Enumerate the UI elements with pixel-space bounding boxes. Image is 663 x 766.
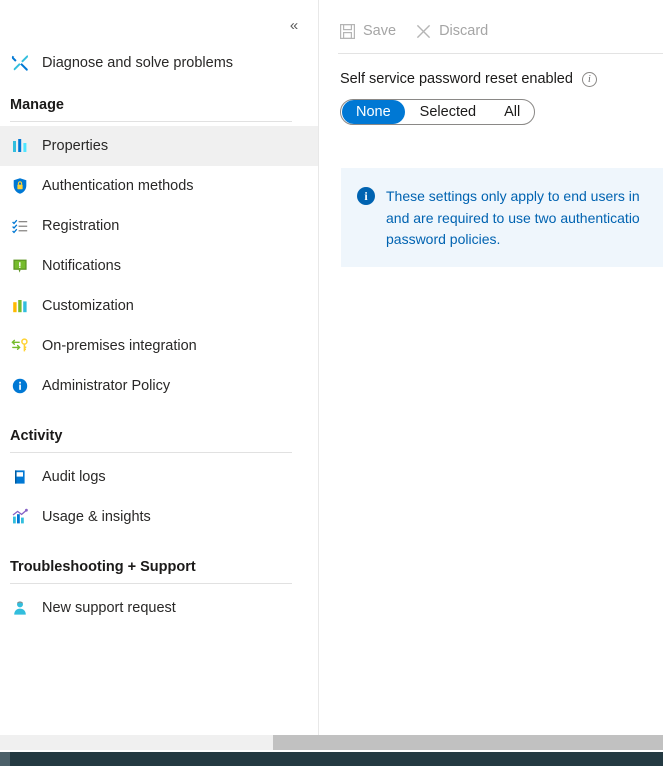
toggle-option-all[interactable]: All (490, 100, 534, 124)
properties-bars-icon (10, 136, 30, 156)
field-label-row: Self service password reset enabled i (340, 68, 597, 90)
sidebar-section-activity: Activity (0, 428, 319, 453)
resource-menu-sidebar: « Diagnose and solve problems Manage Pro… (0, 0, 319, 735)
toolbar-divider (338, 53, 663, 54)
checklist-icon (10, 216, 30, 236)
notification-bubble-icon (10, 256, 30, 276)
sidebar-item-diagnose-and-solve-problems[interactable]: Diagnose and solve problems (0, 43, 319, 83)
book-icon (10, 467, 30, 487)
section-divider (10, 121, 292, 122)
person-support-icon (10, 598, 30, 618)
sidebar-item-properties[interactable]: Properties (0, 126, 318, 166)
section-divider (10, 583, 292, 584)
sidebar-item-new-support-request[interactable]: New support request (0, 588, 319, 628)
sidebar-item-label: Customization (42, 298, 134, 314)
command-toolbar: Save Discard (338, 16, 506, 46)
sidebar-item-label: Authentication methods (42, 178, 194, 194)
collapse-menu-icon[interactable]: « (283, 16, 305, 38)
sidebar-item-on-premises-integration[interactable]: On-premises integration (0, 326, 319, 366)
info-circle-icon (10, 376, 30, 396)
sidebar-item-label: Administrator Policy (42, 378, 171, 394)
section-title: Troubleshooting + Support (10, 559, 196, 575)
azure-portal-screen: « Diagnose and solve problems Manage Pro… (0, 0, 663, 766)
sidebar-item-label: New support request (42, 600, 176, 616)
section-divider (10, 452, 292, 453)
sidebar-section-troubleshooting-support: Troubleshooting + Support (0, 559, 319, 584)
sidebar-item-label: Properties (42, 138, 109, 154)
sspr-scope-toggle[interactable]: None Selected All (340, 99, 536, 125)
sidebar-item-label: Registration (42, 218, 120, 234)
taskbar (0, 752, 663, 766)
sidebar-item-label: Audit logs (42, 469, 106, 485)
sidebar-item-customization[interactable]: Customization (0, 286, 319, 326)
sidebar-item-label: On-premises integration (42, 338, 197, 354)
toggle-option-selected[interactable]: Selected (406, 100, 490, 124)
customization-bars-icon (10, 296, 30, 316)
sidebar-item-audit-logs[interactable]: Audit logs (0, 457, 319, 497)
discard-button[interactable]: Discard (414, 16, 488, 46)
toggle-option-none[interactable]: None (342, 100, 405, 124)
sidebar-item-authentication-methods[interactable]: Authentication methods (0, 166, 319, 206)
section-title: Manage (10, 97, 64, 113)
properties-content-panel: Save Discard Self service password reset… (319, 0, 663, 735)
info-banner-text: These settings only apply to end users i… (386, 188, 640, 248)
info-banner: i These settings only apply to end users… (341, 168, 663, 268)
info-outline-icon[interactable]: i (581, 71, 597, 87)
close-x-icon (414, 22, 432, 40)
save-label: Save (363, 23, 397, 39)
sidebar-item-administrator-policy[interactable]: Administrator Policy (0, 366, 319, 406)
wrench-screwdriver-icon (10, 53, 30, 73)
info-filled-icon: i (357, 187, 375, 205)
section-title: Activity (10, 428, 63, 444)
sidebar-item-usage-and-insights[interactable]: Usage & insights (0, 497, 319, 537)
floppy-disk-icon (338, 22, 356, 40)
sspr-enabled-field: Self service password reset enabled i No… (340, 68, 597, 125)
sidebar-item-label: Usage & insights (42, 509, 151, 525)
bar-chart-icon (10, 507, 30, 527)
taskbar-edge-segment (0, 752, 10, 766)
save-button[interactable]: Save (338, 16, 396, 46)
sidebar-item-registration[interactable]: Registration (0, 206, 319, 246)
sidebar-item-notifications[interactable]: Notifications (0, 246, 319, 286)
sidebar-section-manage: Manage (0, 97, 319, 122)
sync-key-icon (10, 336, 30, 356)
field-label: Self service password reset enabled (340, 71, 573, 87)
sidebar-item-label: Diagnose and solve problems (42, 55, 234, 71)
discard-label: Discard (439, 23, 489, 39)
shield-lock-icon (10, 176, 30, 196)
sidebar-item-label: Notifications (42, 258, 121, 274)
